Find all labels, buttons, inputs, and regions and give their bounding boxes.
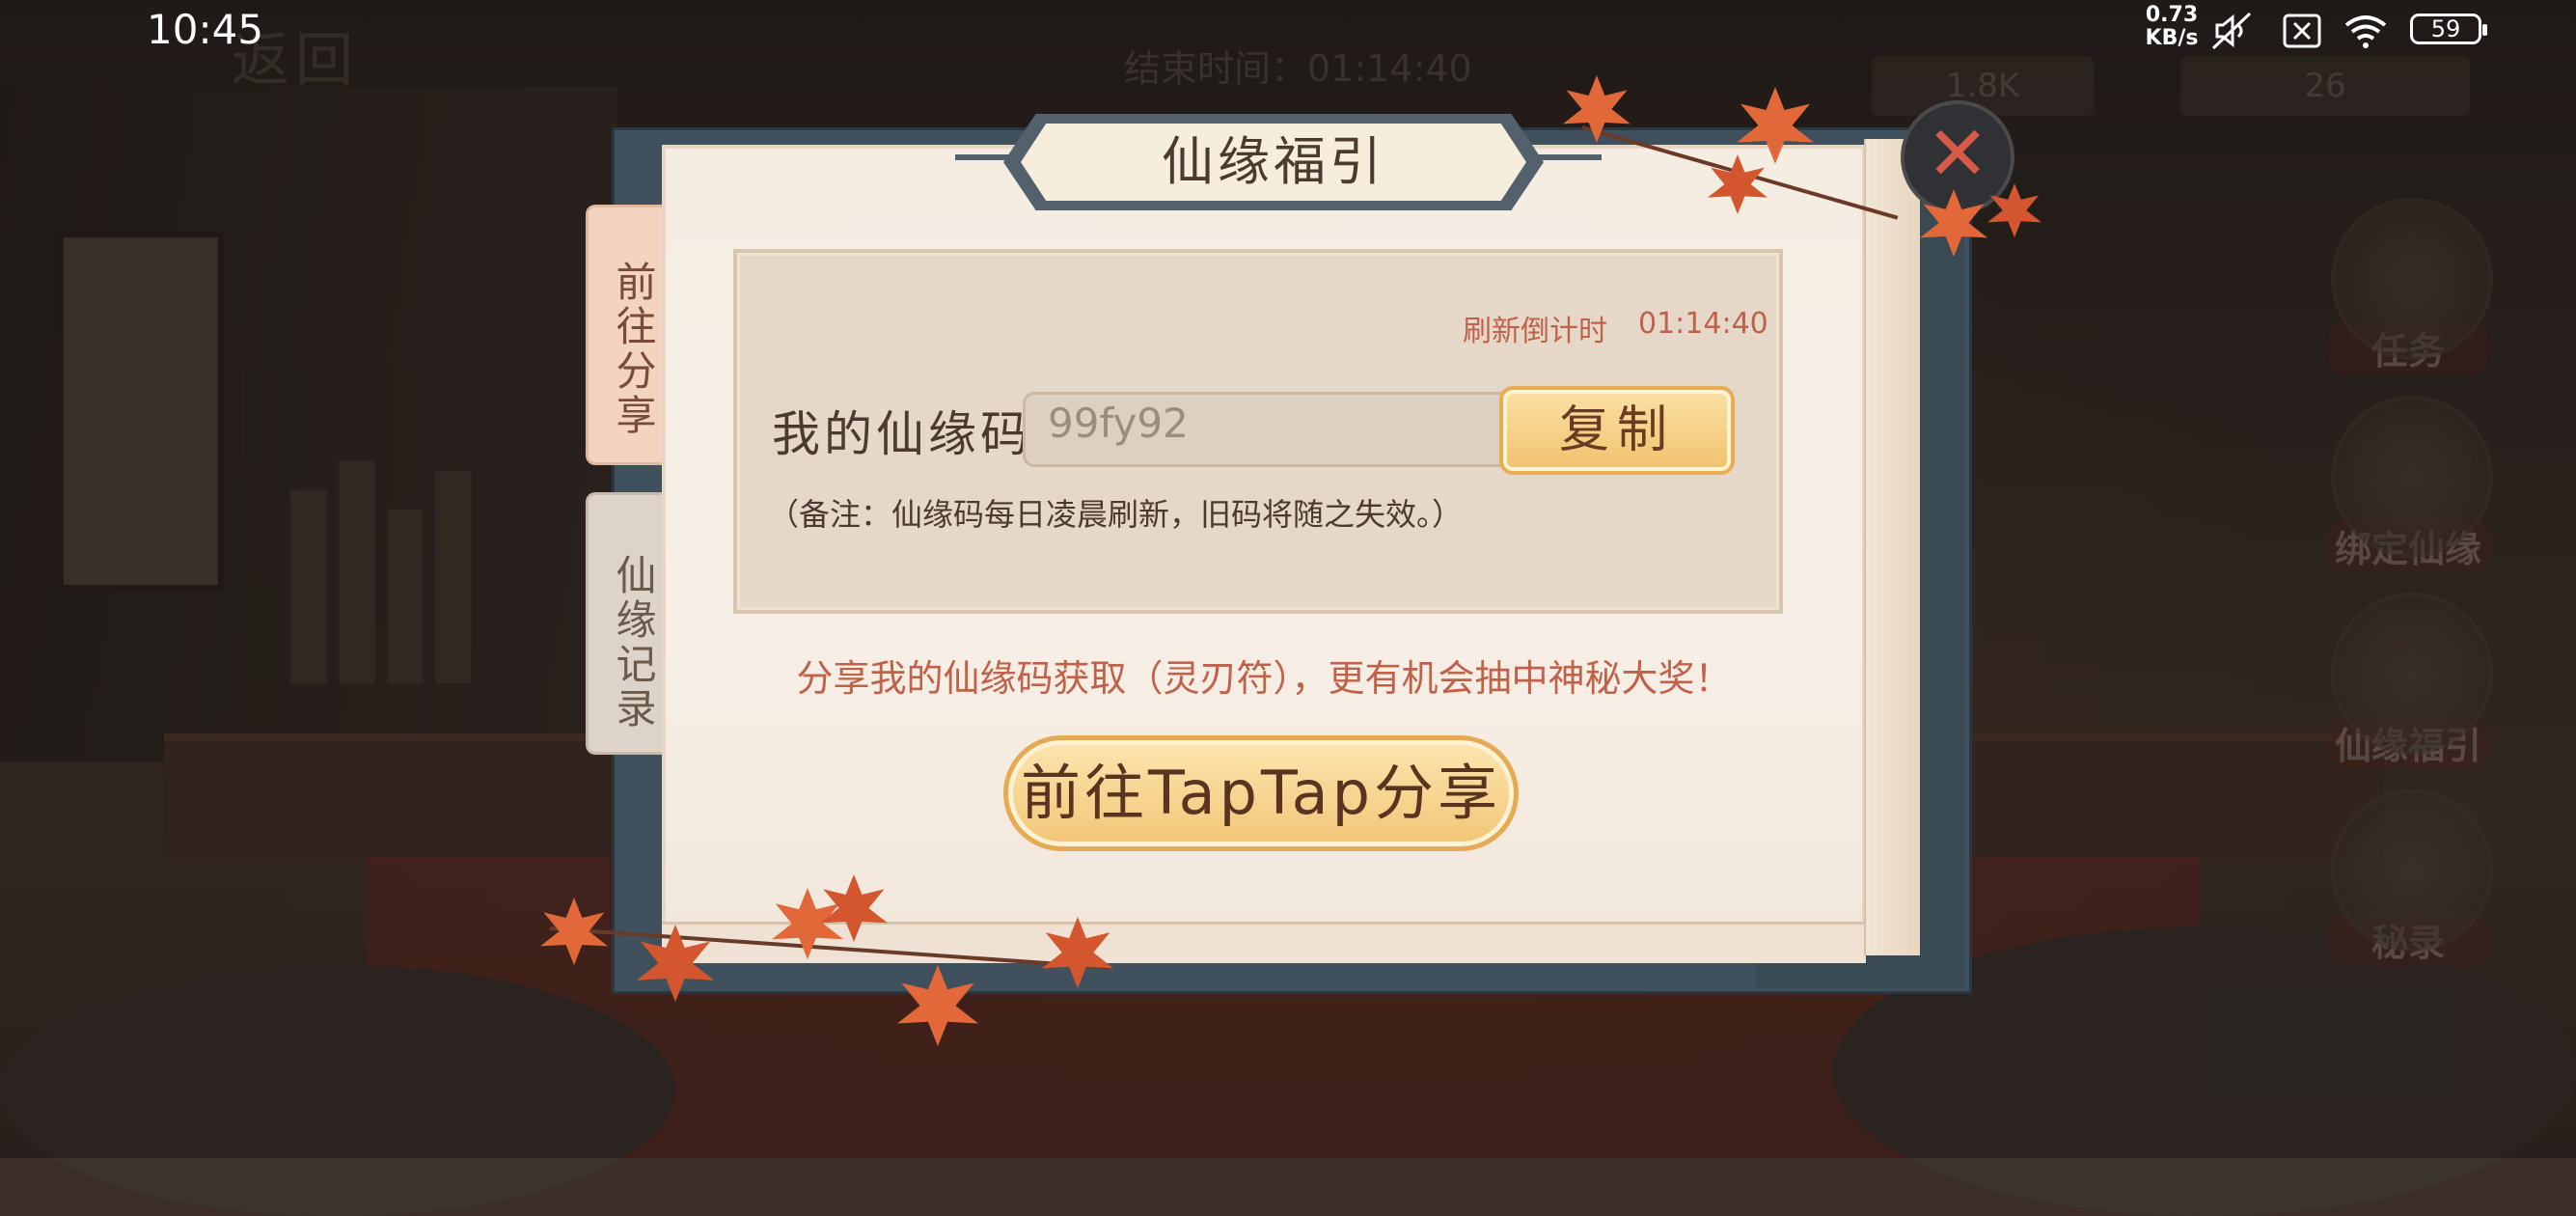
dialog-title-plaque: 仙缘福引 (1003, 114, 1544, 210)
net-speed-value: 0.73 (2145, 3, 2199, 27)
dialog-title: 仙缘福引 (1162, 131, 1385, 192)
my-code-label: 我的仙缘码 (772, 406, 1032, 462)
code-value: 99fy92 (1048, 400, 1189, 447)
close-icon: ✕ (1926, 111, 1989, 198)
paper-bottom-band (662, 922, 1866, 963)
mute-icon (2211, 12, 2252, 50)
title-plaque-inner: 仙缘福引 (1021, 124, 1526, 201)
refresh-countdown-label: 刷新倒计时 (1463, 315, 1607, 348)
net-speed-unit: KB/s (2145, 26, 2199, 50)
battery-icon: 59 (2410, 14, 2487, 44)
clock: 10:45 (147, 6, 264, 53)
code-note: （备注：仙缘码每日凌晨刷新，旧码将随之失效。） (768, 496, 1464, 533)
taptap-share-button[interactable]: 前往TapTap分享 (1003, 735, 1519, 851)
tab-go-share[interactable]: 前往分享 (586, 205, 663, 465)
no-sim-icon (2283, 14, 2321, 48)
scroll-roll-edge (1864, 139, 1920, 955)
wifi-icon (2344, 15, 2387, 48)
refresh-countdown-time: 01:14:40 (1638, 307, 1768, 341)
status-bar: 10:45 0.73 KB/s 59 (0, 0, 2576, 68)
copy-button[interactable]: 复制 (1499, 386, 1735, 475)
share-hint: 分享我的仙缘码获取（灵刃符），更有机会抽中神秘大奖！ (796, 657, 1732, 700)
tab-fortune-record[interactable]: 仙缘记录 (586, 492, 663, 755)
net-speed: 0.73 KB/s (2144, 4, 2200, 50)
